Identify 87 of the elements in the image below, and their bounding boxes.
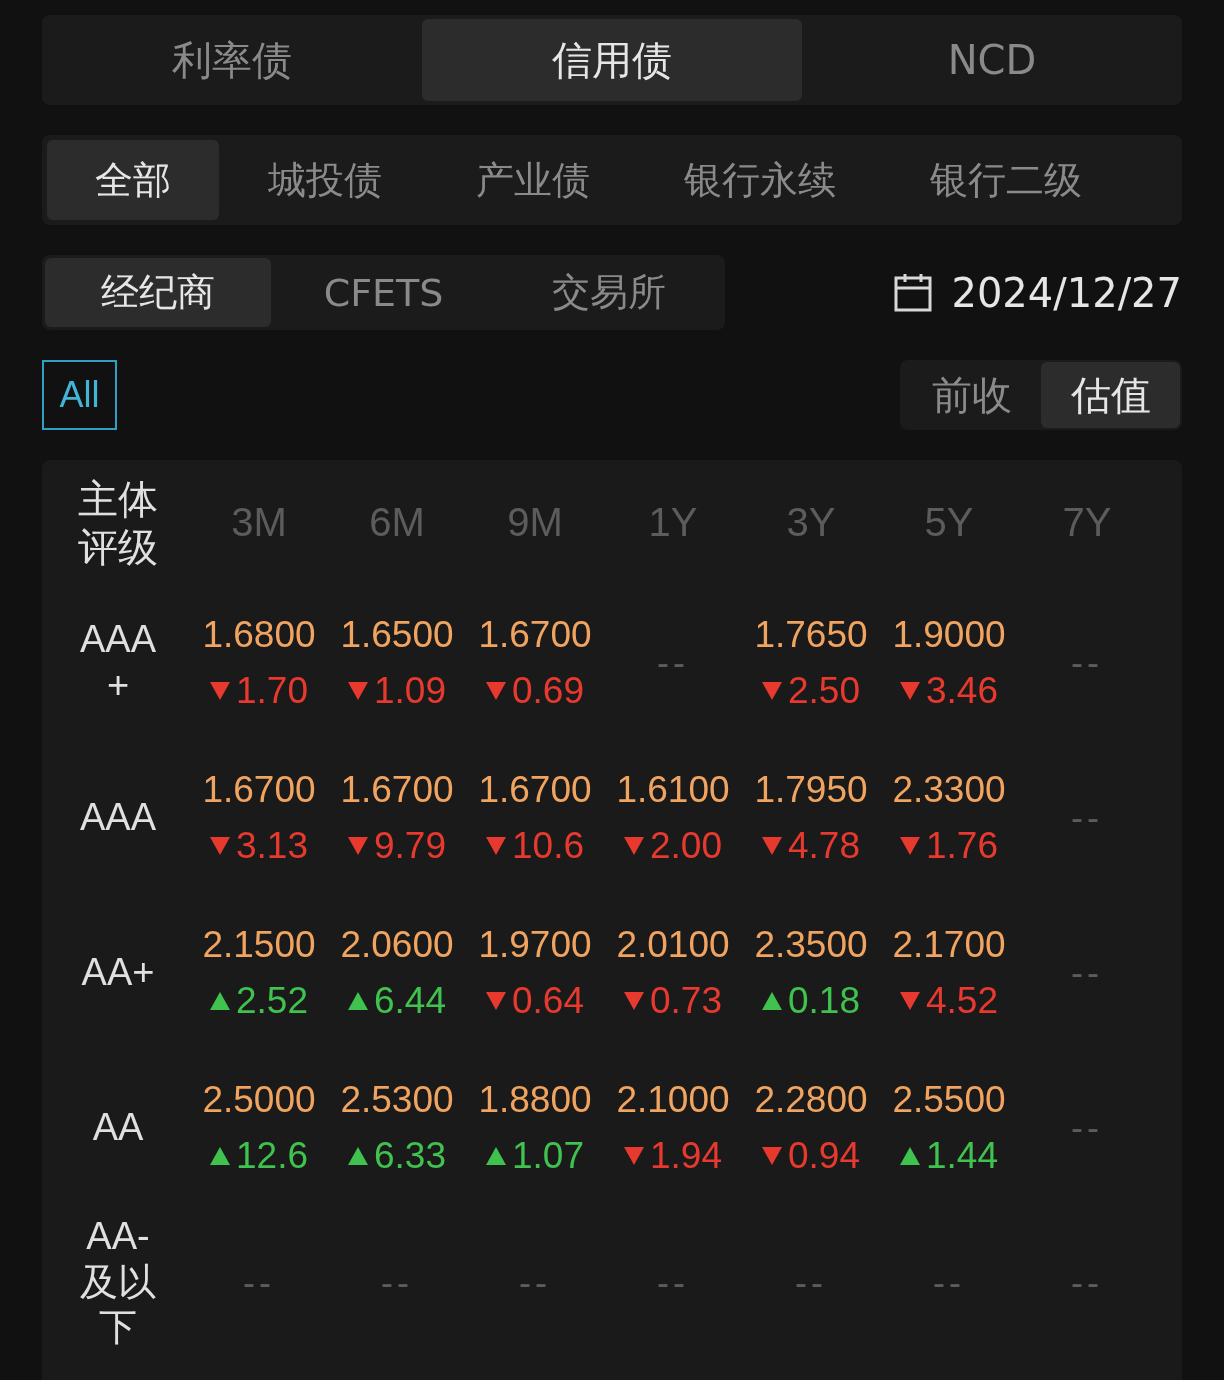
change-value: 0.69 [512,668,584,713]
yield-value: 2.0600 [340,922,454,967]
empty-value: -- [519,1261,551,1304]
source-tab[interactable]: 交易所 [496,258,722,327]
empty-value: -- [657,641,689,684]
date-text[interactable]: 2024/12/27 [951,269,1182,316]
yield-value: 2.3500 [754,922,868,967]
change-value: 6.33 [374,1133,446,1178]
empty-value: -- [1071,1261,1103,1304]
yield-value: 2.5000 [202,1077,316,1122]
calendar-icon[interactable] [893,272,934,313]
category-tab[interactable]: 城投债 [223,140,427,220]
change-value: 12.6 [236,1133,308,1178]
column-header: 5Y [923,500,975,545]
yield-value: 2.1500 [202,922,316,967]
rating-label: AAA+ [78,616,157,708]
empty-value: -- [1071,951,1103,994]
empty-value: -- [381,1261,413,1304]
yield-value: 2.1700 [892,922,1006,967]
change-value: 3.13 [236,823,308,868]
change-value: 2.00 [650,823,722,868]
change-value: 1.70 [236,668,308,713]
empty-value: -- [243,1261,275,1304]
yield-value: 1.6700 [478,612,592,657]
yield-value: 2.3300 [892,767,1006,812]
yield-value: 1.7950 [754,767,868,812]
empty-value: -- [1071,1106,1103,1149]
column-header: 1Y [647,500,699,545]
change-value: 1.07 [512,1133,584,1178]
bond-type-tab[interactable]: 利率债 [42,19,422,101]
rating-label: AA+ [80,949,156,995]
change-value: 10.6 [512,823,584,868]
yield-value: 1.6700 [340,767,454,812]
price-toggle-tab[interactable]: 前收 [902,362,1041,428]
change-value: 2.52 [236,978,308,1023]
yield-value: 2.2800 [754,1077,868,1122]
category-tab[interactable]: 产业债 [431,140,635,220]
column-header: 7Y [1061,500,1113,545]
yield-value: 1.6500 [340,612,454,657]
yield-value: 1.6700 [202,767,316,812]
change-value: 4.78 [788,823,860,868]
yield-value: 1.9000 [892,612,1006,657]
rating-label: AA [91,1104,145,1150]
price-toggle-tab[interactable]: 估值 [1041,362,1180,428]
empty-value: -- [795,1261,827,1304]
change-value: 3.46 [926,668,998,713]
filter-chip[interactable]: All [42,360,117,430]
yield-value: 2.1000 [616,1077,730,1122]
yield-value: 2.5300 [340,1077,454,1122]
column-header: 主体评级 [77,475,159,571]
category-tab[interactable]: 银行二级 [885,140,1127,220]
yield-value: 2.0100 [616,922,730,967]
column-header: 9M [506,500,564,545]
empty-value: -- [933,1261,965,1304]
change-value: 1.09 [374,668,446,713]
change-value: 1.44 [926,1133,998,1178]
change-value: 4.52 [926,978,998,1023]
yield-value: 1.8800 [478,1077,592,1122]
yield-value: 1.6800 [202,612,316,657]
source-tab[interactable]: CFETS [270,258,497,327]
empty-value: -- [1071,641,1103,684]
change-value: 1.94 [650,1133,722,1178]
change-value: 6.44 [374,978,446,1023]
category-tab[interactable]: 全部 [47,140,219,220]
bond-type-tab[interactable]: NCD [802,19,1182,101]
change-value: 0.64 [512,978,584,1023]
bond-type-tab[interactable]: 信用债 [422,19,802,101]
category-tab[interactable]: 银行永续 [639,140,881,220]
change-value: 2.50 [788,668,860,713]
column-header: 3Y [785,500,837,545]
source-tab[interactable]: 经纪商 [45,258,271,327]
yield-value: 1.9700 [478,922,592,967]
yield-value: 1.6700 [478,767,592,812]
yield-value: 1.7650 [754,612,868,657]
change-value: 0.94 [788,1133,860,1178]
yield-value: 2.5500 [892,1077,1006,1122]
column-header: 6M [368,500,426,545]
change-value: 9.79 [374,823,446,868]
empty-value: -- [657,1261,689,1304]
change-value: 1.76 [926,823,998,868]
rating-label: AA-及以下 [79,1214,157,1351]
empty-value: -- [1071,796,1103,839]
column-header: 3M [230,500,288,545]
rating-label: AAA [78,794,157,840]
change-value: 0.18 [788,978,860,1023]
change-value: 0.73 [650,978,722,1023]
yield-value: 1.6100 [616,767,730,812]
